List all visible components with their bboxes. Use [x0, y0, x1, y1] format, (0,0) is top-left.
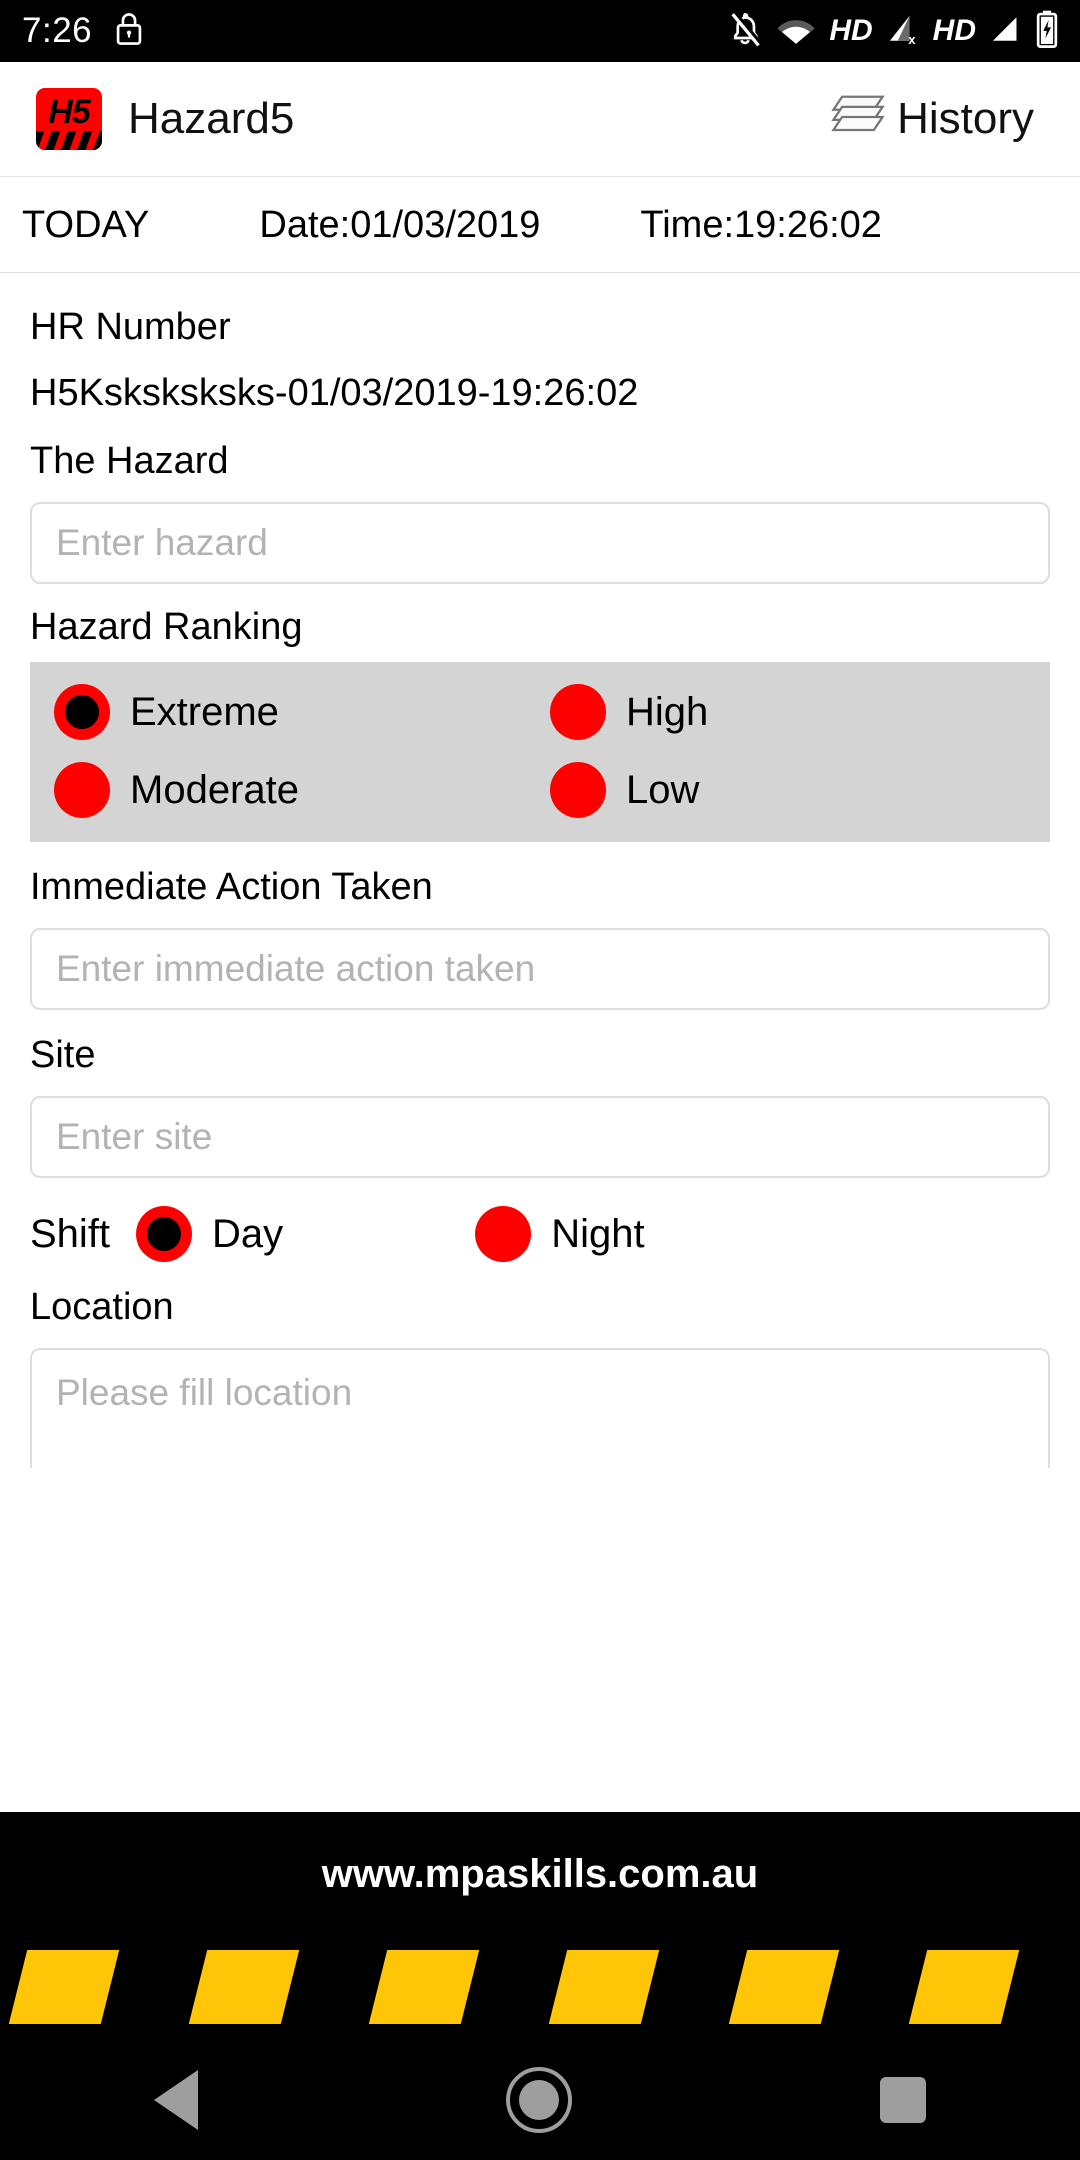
shift-option-night[interactable]: Night: [475, 1206, 645, 1262]
hazard-ranking-option-low-label: Low: [626, 767, 700, 812]
radio-moderate[interactable]: [54, 762, 110, 818]
hazard-ranking-option-extreme[interactable]: Extreme: [30, 684, 530, 740]
immediate-action-input[interactable]: Enter immediate action taken: [30, 928, 1050, 1010]
radio-high[interactable]: [550, 684, 606, 740]
status-bar: 7:26 HD x HD: [0, 0, 1080, 62]
hazard-label: The Hazard: [30, 440, 229, 482]
footer-stripe: [8, 1950, 120, 2024]
site-input-placeholder: Enter site: [56, 1116, 213, 1157]
history-stack-icon: [829, 91, 887, 148]
date-value: Date:01/03/2019: [259, 203, 541, 246]
hazard-ranking-row-2: Moderate Low: [30, 762, 1050, 818]
status-bar-left: 7:26: [22, 11, 144, 51]
today-label: TODAY: [22, 203, 150, 246]
status-clock: 7:26: [22, 11, 93, 50]
hazard-ranking-option-moderate[interactable]: Moderate: [30, 762, 530, 818]
hazard-ranking-option-moderate-label: Moderate: [130, 767, 299, 812]
radio-night[interactable]: [475, 1206, 532, 1262]
shift-option-day[interactable]: Day: [136, 1206, 283, 1262]
recents-icon[interactable]: [880, 2077, 926, 2123]
site-input[interactable]: Enter site: [30, 1096, 1050, 1178]
footer: www.mpaskills.com.au: [0, 1812, 1080, 2040]
hd-indicator-1: HD: [829, 14, 873, 47]
time-value: Time:19:26:02: [640, 203, 882, 246]
hazard-input[interactable]: Enter hazard: [30, 502, 1050, 584]
radio-day-selected-dot: [147, 1217, 182, 1251]
footer-hazard-stripes: [0, 1950, 1080, 2024]
lock-icon: [114, 12, 144, 51]
history-label: History: [897, 94, 1034, 143]
location-input[interactable]: Please fill location: [30, 1348, 1050, 1468]
hazard-ranking-label: Hazard Ranking: [30, 606, 303, 648]
radio-low[interactable]: [550, 762, 606, 818]
home-icon-inner: [519, 2080, 559, 2120]
hazard-input-placeholder: Enter hazard: [56, 522, 268, 563]
app-title: Hazard5: [128, 94, 295, 143]
app-bar: H5 Hazard5 History: [0, 62, 1080, 177]
footer-stripe: [548, 1950, 660, 2024]
footer-stripe: [728, 1950, 840, 2024]
history-button[interactable]: History: [829, 91, 1034, 148]
app-logo-icon: H5: [36, 88, 102, 150]
radio-extreme-selected-dot: [65, 695, 99, 729]
hd-indicator-2: HD: [932, 14, 976, 47]
immediate-action-input-placeholder: Enter immediate action taken: [56, 948, 536, 989]
form-body: HR Number H5Ksksksksks-01/03/2019-19:26:…: [0, 274, 1080, 1812]
svg-text:x: x: [908, 32, 916, 46]
hr-number-value: H5Ksksksksks-01/03/2019-19:26:02: [30, 372, 639, 414]
hazard-ranking-option-low[interactable]: Low: [530, 762, 699, 818]
battery-charging-icon: [1036, 10, 1058, 53]
app-screen: 7:26 HD x HD H5 Hazard5 History TODAY Da…: [0, 0, 1080, 2160]
shift-option-night-label: Night: [551, 1211, 645, 1256]
app-logo-stripes: [36, 131, 102, 150]
immediate-action-label: Immediate Action Taken: [30, 866, 433, 908]
app-logo-text: H5: [48, 93, 90, 131]
signal-x-icon: x: [886, 12, 920, 51]
shift-row: Shift Day Night: [30, 1206, 1050, 1262]
location-label: Location: [30, 1286, 174, 1328]
footer-stripe: [368, 1950, 480, 2024]
hazard-ranking-option-high-label: High: [626, 689, 709, 734]
footer-stripe: [908, 1950, 1020, 2024]
shift-label: Shift: [30, 1211, 111, 1256]
location-input-placeholder: Please fill location: [56, 1372, 353, 1413]
radio-extreme[interactable]: [54, 684, 110, 740]
android-nav-bar: [0, 2040, 1080, 2160]
hazard-ranking-row-1: Extreme High: [30, 684, 1050, 740]
status-bar-right: HD x HD: [727, 10, 1058, 53]
form-content: HR Number H5Ksksksksks-01/03/2019-19:26:…: [0, 274, 1080, 1468]
home-icon[interactable]: [506, 2067, 572, 2133]
bell-off-icon: [727, 10, 763, 53]
signal-icon: [989, 12, 1023, 51]
wifi-icon: [776, 12, 816, 51]
date-time-row: TODAY Date:01/03/2019 Time:19:26:02: [0, 178, 1080, 273]
hazard-ranking-option-high[interactable]: High: [530, 684, 708, 740]
footer-stripe: [188, 1950, 300, 2024]
footer-url: www.mpaskills.com.au: [321, 1852, 759, 1896]
site-label: Site: [30, 1034, 96, 1076]
hazard-ranking-option-extreme-label: Extreme: [130, 689, 279, 734]
back-icon[interactable]: [154, 2070, 198, 2130]
shift-option-day-label: Day: [212, 1211, 284, 1256]
radio-day[interactable]: [136, 1206, 193, 1262]
hazard-ranking-group: Extreme High Moderate Low: [30, 662, 1050, 842]
hr-number-label: HR Number: [30, 306, 231, 348]
